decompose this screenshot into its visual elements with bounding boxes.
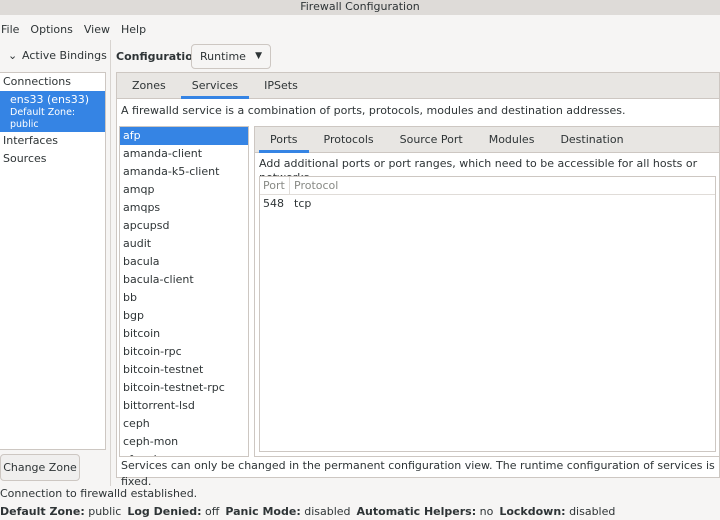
- tab-destination[interactable]: Destination: [547, 127, 636, 152]
- status-label: Automatic Helpers:: [356, 505, 477, 518]
- column-port[interactable]: Port: [260, 177, 290, 194]
- menu-help[interactable]: Help: [120, 18, 152, 40]
- protocol-cell: tcp: [294, 197, 312, 210]
- service-item[interactable]: bitcoin-rpc: [120, 343, 248, 361]
- tab-services[interactable]: Services: [179, 73, 251, 99]
- change-zone-button[interactable]: Change Zone: [0, 454, 80, 481]
- tab-ipsets[interactable]: IPSets: [251, 73, 311, 98]
- ports-table: Port Protocol 548 tcp: [259, 176, 716, 452]
- service-item[interactable]: amanda-k5-client: [120, 163, 248, 181]
- configuration-value: Runtime: [200, 50, 246, 63]
- status-value: off: [205, 505, 220, 518]
- service-item[interactable]: bittorrent-lsd: [120, 397, 248, 415]
- service-item[interactable]: amqp: [120, 181, 248, 199]
- menu-bar: File Options View Help: [0, 18, 720, 40]
- service-item[interactable]: cfengine: [120, 451, 248, 456]
- status-value: disabled: [304, 505, 351, 518]
- service-item[interactable]: amanda-client: [120, 145, 248, 163]
- dropdown-arrow-icon: ▼: [255, 51, 262, 61]
- status-item: Panic Mode: disabled: [225, 505, 350, 518]
- chevron-down-icon: ⌄: [8, 49, 18, 62]
- status-label: Panic Mode:: [225, 505, 301, 518]
- table-row[interactable]: 548 tcp: [260, 195, 715, 213]
- status-label: Lockdown:: [499, 505, 566, 518]
- port-cell: 548: [263, 197, 284, 210]
- tab-modules[interactable]: Modules: [476, 127, 548, 152]
- connection-item-ens33[interactable]: ens33 (ens33) Default Zone: public: [0, 91, 105, 132]
- status-label: Default Zone:: [0, 505, 85, 518]
- service-item[interactable]: bacula-client: [120, 271, 248, 289]
- status-value: disabled: [569, 505, 616, 518]
- tab-zones[interactable]: Zones: [119, 73, 179, 98]
- status-value: public: [88, 505, 122, 518]
- connections-header: Connections: [3, 75, 71, 88]
- tab-source-port[interactable]: Source Port: [387, 127, 476, 152]
- status-label: Log Denied:: [127, 505, 202, 518]
- active-bindings-toggle[interactable]: ⌄ Active Bindings: [8, 48, 107, 64]
- status-item: Default Zone: public: [0, 505, 121, 518]
- pane-divider[interactable]: [110, 40, 111, 486]
- tab-ports[interactable]: Ports: [257, 127, 311, 153]
- status-item: Automatic Helpers: no: [357, 505, 494, 518]
- service-item[interactable]: amqps: [120, 199, 248, 217]
- service-item[interactable]: ceph-mon: [120, 433, 248, 451]
- service-item[interactable]: bacula: [120, 253, 248, 271]
- menu-view[interactable]: View: [83, 18, 116, 40]
- bindings-list: Connections ens33 (ens33) Default Zone: …: [0, 72, 106, 450]
- service-item[interactable]: bitcoin-testnet-rpc: [120, 379, 248, 397]
- services-description: A firewalld service is a combination of …: [121, 104, 626, 117]
- menu-file[interactable]: File: [0, 18, 25, 40]
- interfaces-header[interactable]: Interfaces: [0, 132, 105, 150]
- status-item: Lockdown: disabled: [499, 505, 615, 518]
- tab-protocols[interactable]: Protocols: [311, 127, 387, 152]
- services-footer-note: Services can only be changed in the perm…: [121, 459, 715, 488]
- connection-zone: Default Zone: public: [10, 107, 76, 130]
- services-list: afp amanda-client amanda-k5-client amqp amqp…: [119, 126, 249, 457]
- service-item[interactable]: audit: [120, 235, 248, 253]
- menu-options[interactable]: Options: [29, 18, 78, 40]
- active-bindings-label: Active Bindings: [22, 49, 107, 62]
- service-item[interactable]: bitcoin: [120, 325, 248, 343]
- service-item[interactable]: apcupsd: [120, 217, 248, 235]
- window-title: Firewall Configuration: [0, 0, 720, 15]
- status-item: Log Denied: off: [127, 505, 219, 518]
- service-item[interactable]: ceph: [120, 415, 248, 433]
- service-item[interactable]: afp: [120, 127, 248, 145]
- sources-header[interactable]: Sources: [0, 150, 105, 168]
- status-message: Connection to firewalld established.: [0, 487, 198, 500]
- status-value: no: [479, 505, 494, 518]
- configuration-select[interactable]: Runtime ▼: [191, 44, 271, 69]
- service-item[interactable]: bb: [120, 289, 248, 307]
- connection-name: ens33 (ens33): [10, 93, 90, 106]
- service-item[interactable]: bitcoin-testnet: [120, 361, 248, 379]
- service-item[interactable]: bgp: [120, 307, 248, 325]
- column-protocol[interactable]: Protocol: [290, 177, 338, 194]
